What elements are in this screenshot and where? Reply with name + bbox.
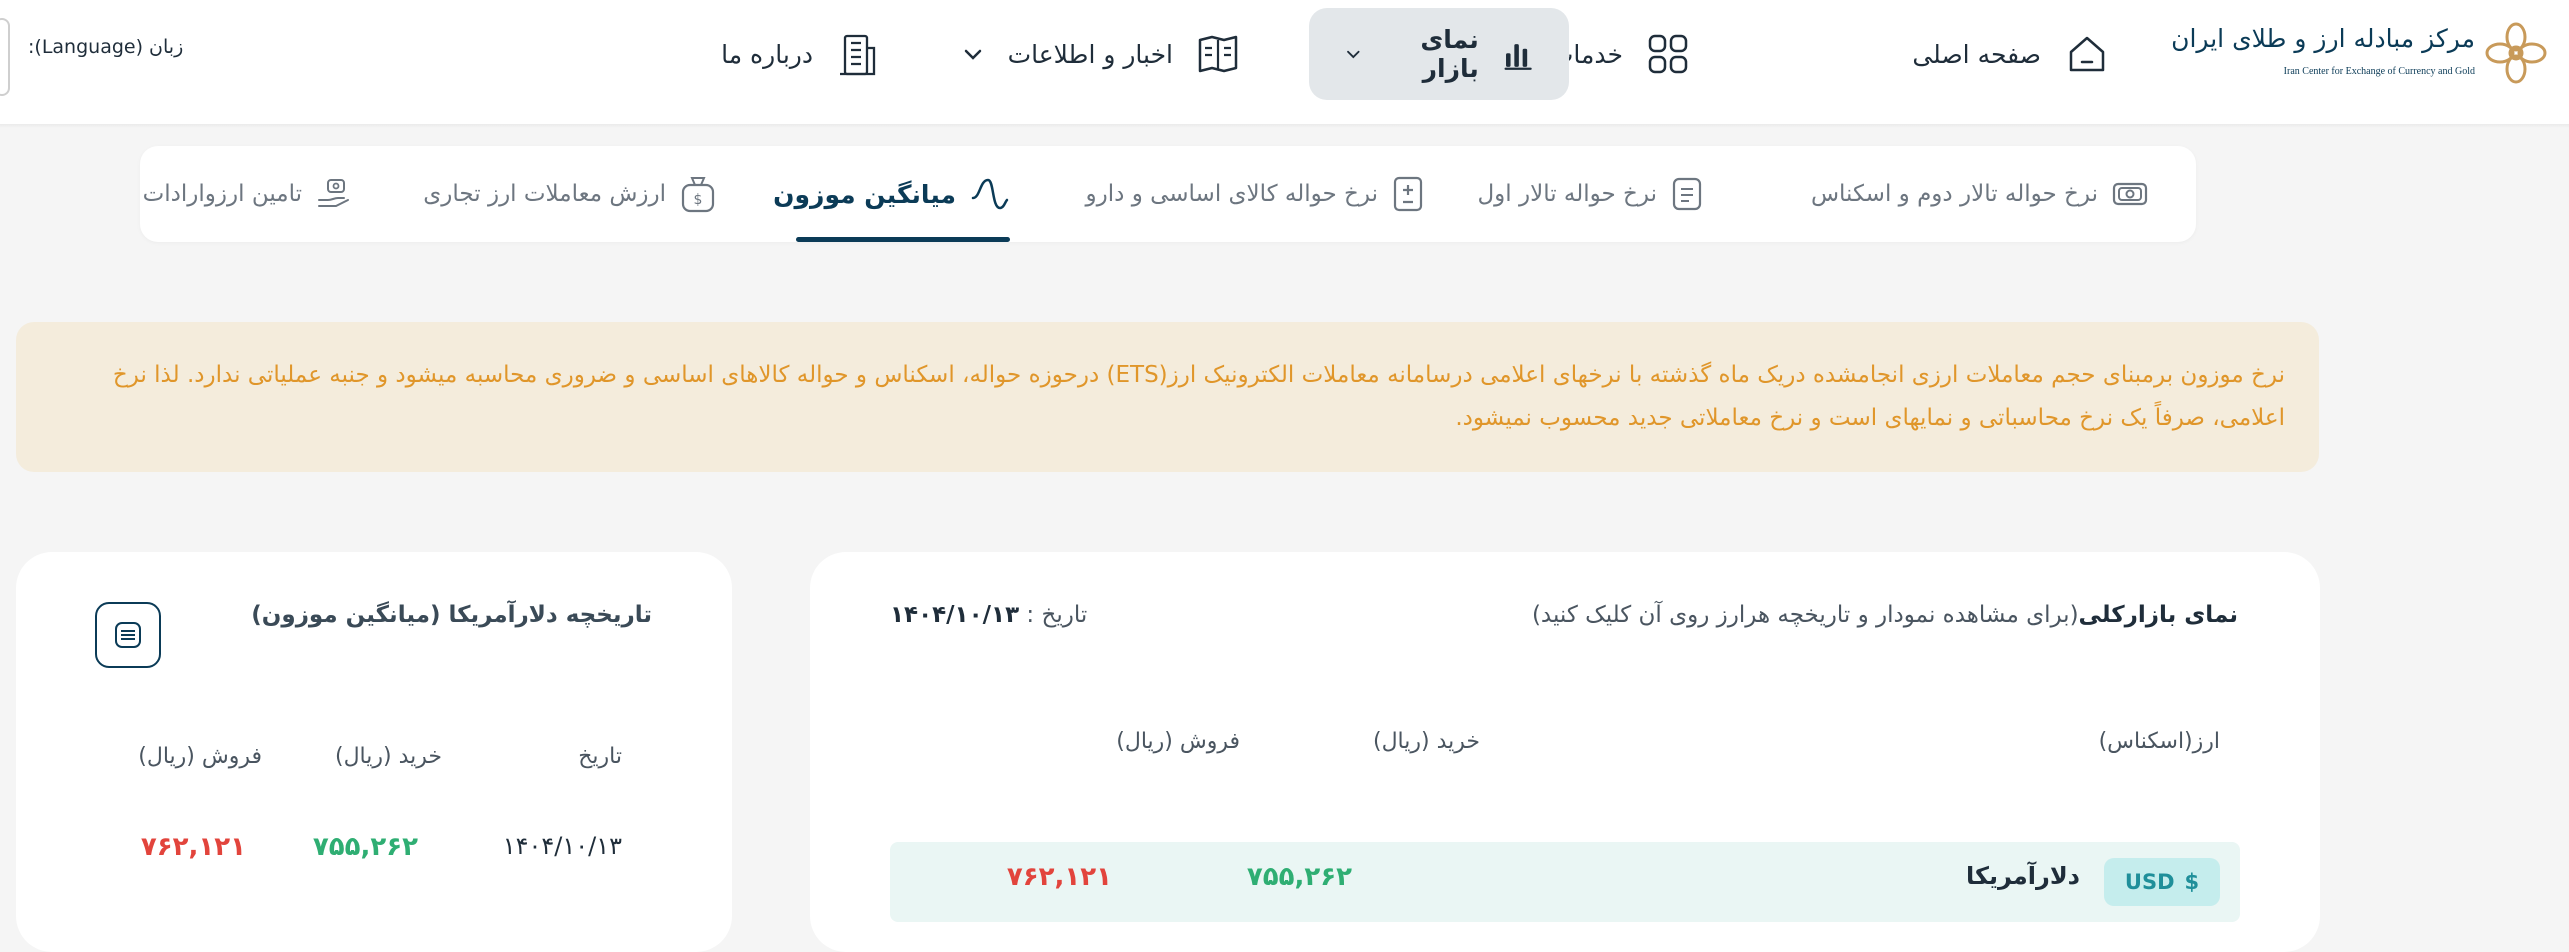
date-label: تاریخ : [1026,602,1088,628]
history-buy: ۷۵۵,۲۶۲ [312,832,418,862]
weighted-average-notice: نرخ موزون برمبنای حجم معاملات ارزی انجام… [16,322,2319,472]
site-logo[interactable]: مرکز مبادله ارز و طلای ایران Iran Center… [2171,20,2547,90]
dollar-icon: $ [2184,870,2200,894]
bar-chart-icon [1504,44,1532,70]
chart-icon [115,622,141,648]
currency-name: دلارآمریکا [1966,862,2080,890]
tab-second-hall-rates[interactable]: نرخ حواله تالار دوم و اسکناس [1811,146,2148,242]
tab-label: میانگین موزون [773,179,956,209]
chevron-down-icon [1347,50,1360,59]
tab-essential-goods-rates[interactable]: نرخ حواله کالای اساسی و دارو [1086,146,1424,242]
col-date: تاریخ [578,744,622,769]
col-currency: ارز(اسکناس) [2098,729,2220,754]
usd-history-card: تاریخچه دلارآمریکا (میانگین موزون) تاریخ… [16,552,732,952]
nav-market-view[interactable]: نمای بازار [1309,8,1569,100]
history-chart-button[interactable] [95,602,161,668]
money-bag-icon: $ [681,177,715,213]
chevron-down-icon [964,49,981,60]
tab-label: نرخ حواله تالار دوم و اسکناس [1810,181,2098,207]
wave-icon [971,178,1009,210]
market-overview-card: نمای بازارکلی(برای مشاهده نمودار و تاریخ… [810,552,2320,952]
notice-text: نرخ موزون برمبنای حجم معاملات ارزی انجام… [112,362,2285,431]
nav-home-label: صفحه اصلی [1912,39,2041,69]
tab-weighted-average[interactable]: میانگین موزون [773,146,1010,242]
history-sell: ۷۶۲,۱۲۱ [140,832,246,862]
nav-home[interactable]: صفحه اصلی [1912,8,2109,100]
logo-emblem-icon [2485,22,2547,84]
overview-heading: نمای بازارکلی(برای مشاهده نمودار و تاریخ… [1532,602,2238,628]
language-label[interactable]: زبان (Language): [28,36,183,58]
language-selector-edge[interactable] [0,18,10,96]
nav-about[interactable]: درباره ما [721,8,879,100]
col-buy: خرید (ریال) [1372,729,1480,754]
logo-name-en: Iran Center for Exchange of Currency and… [2283,66,2475,77]
overview-title: نمای بازارکلی [2078,602,2238,628]
currency-code: USD [2124,870,2175,894]
grid-icon [1648,34,1688,74]
tab-label: نرخ حواله تالار اول [1477,181,1657,207]
tab-trade-value[interactable]: $ ارزش معاملات ارز تجاری [423,146,716,242]
tab-label: تامین ارزوارادات [142,181,302,207]
rate-tabs: نرخ حواله تالار دوم و اسکناس نرخ حواله ت… [140,146,2196,242]
date-value: ۱۴۰۴/۱۰/۱۳ [890,602,1020,628]
sell-rate: ۷۶۲,۱۲۱ [1006,862,1112,892]
active-tab-indicator [796,237,1010,242]
document-icon [1672,177,1702,211]
home-icon [2069,36,2105,72]
building-icon [840,34,876,76]
nav-news-label: اخبار و اطلاعات [1007,39,1173,69]
site-header [0,0,2569,124]
history-date: ۱۴۰۴/۱۰/۱۳ [502,832,622,860]
plus-minus-icon [1393,176,1423,212]
hand-coin-icon [318,179,349,207]
logo-name-fa: مرکز مبادله ارز و طلای ایران [2171,24,2475,53]
nav-market-view-label: نمای بازار [1420,25,1479,83]
overview-date: تاریخ : ۱۴۰۴/۱۰/۱۳ [890,602,1087,628]
overview-subtitle: (برای مشاهده نمودار و تاریخچه هرارز روی … [1531,602,2079,628]
tab-first-hall-rates[interactable]: نرخ حواله تالار اول [1477,146,1703,242]
col-sell: فروش (ریال) [138,744,262,769]
cash-icon [2112,182,2148,206]
buy-rate: ۷۵۵,۲۶۲ [1246,862,1352,892]
header-divider [0,124,2569,128]
currency-row-usd[interactable]: $ USD دلارآمریکا ۷۵۵,۲۶۲ ۷۶۲,۱۲۱ [890,842,2240,922]
history-title: تاریخچه دلارآمریکا (میانگین موزون) [251,602,652,628]
tab-label: نرخ حواله کالای اساسی و دارو [1085,181,1378,207]
svg-text:$: $ [694,192,703,208]
col-sell: فروش (ریال) [1116,729,1240,754]
currency-code-badge: $ USD [2104,858,2220,906]
nav-about-label: درباره ما [721,39,813,69]
history-row: ۱۴۰۴/۱۰/۱۳ ۷۵۵,۲۶۲ ۷۶۲,۱۲۱ [72,812,672,902]
tab-label: ارزش معاملات ارز تجاری [423,181,666,207]
tab-import-supply[interactable]: تامین ارزوارادات [143,146,352,242]
book-icon [1198,35,1238,73]
nav-news[interactable]: اخبار و اطلاعات [962,8,1239,100]
col-buy: خرید (ریال) [334,744,442,769]
